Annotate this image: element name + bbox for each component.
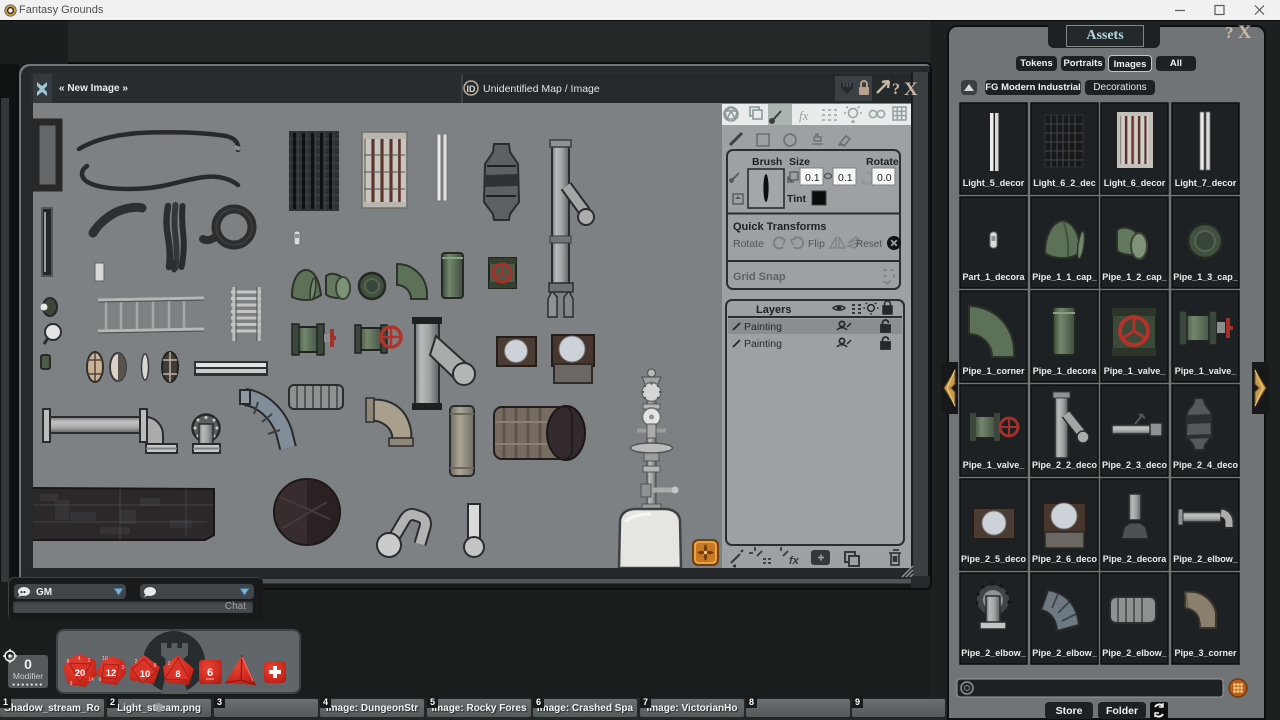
svg-text:Store: Store xyxy=(1056,705,1083,717)
svg-text:Light_6_decor: Light_6_decor xyxy=(1104,178,1166,188)
svg-text:0.1: 0.1 xyxy=(805,172,820,184)
svg-text:2: 2 xyxy=(135,659,138,665)
svg-text:Pipe_2_elbow_: Pipe_2_elbow_ xyxy=(961,648,1027,658)
svg-text:Quick Transforms: Quick Transforms xyxy=(733,221,827,233)
svg-text:?: ? xyxy=(892,81,900,98)
svg-text:Tint: Tint xyxy=(787,193,807,205)
svg-text:Pipe_1_2_cap_: Pipe_1_2_cap_ xyxy=(1102,272,1168,282)
svg-text:Light_6_2_dec: Light_6_2_dec xyxy=(1033,178,1096,188)
svg-text:Pipe_2_elbow_: Pipe_2_elbow_ xyxy=(1032,648,1098,658)
svg-text:10: 10 xyxy=(140,669,151,680)
svg-text:Pipe_3_corner: Pipe_3_corner xyxy=(1174,648,1237,658)
svg-text:9: 9 xyxy=(70,681,73,687)
svg-text:14: 14 xyxy=(88,677,94,683)
svg-text:0.1: 0.1 xyxy=(838,172,853,184)
svg-text:GM: GM xyxy=(36,587,52,598)
svg-text:20: 20 xyxy=(75,668,86,679)
svg-text:Pipe_2_2_deco: Pipe_2_2_deco xyxy=(1032,460,1098,470)
svg-text:Unidentified Map / Image: Unidentified Map / Image xyxy=(483,83,600,95)
svg-text:Pipe_2_elbow_: Pipe_2_elbow_ xyxy=(1173,554,1239,564)
svg-text:8: 8 xyxy=(154,663,157,669)
svg-text:X: X xyxy=(904,79,918,100)
svg-text:Rotate: Rotate xyxy=(733,238,764,250)
svg-text:Pipe_1_valve_: Pipe_1_valve_ xyxy=(1175,366,1238,376)
svg-text:Pipe_2_elbow_: Pipe_2_elbow_ xyxy=(1102,648,1168,658)
svg-text:Pipe_1_1_cap_: Pipe_1_1_cap_ xyxy=(1032,272,1098,282)
svg-text:Reset: Reset xyxy=(856,239,882,250)
svg-text:Brush: Brush xyxy=(752,156,782,168)
svg-text:Flip: Flip xyxy=(808,238,825,250)
svg-text:Rotate: Rotate xyxy=(866,156,899,168)
svg-text:3: 3 xyxy=(122,665,125,671)
svg-text:Pipe_1_decora: Pipe_1_decora xyxy=(1033,366,1098,376)
svg-text:Pipe_2_4_deco: Pipe_2_4_deco xyxy=(1173,460,1239,470)
svg-text:2: 2 xyxy=(168,661,171,667)
svg-text:Grid Snap: Grid Snap xyxy=(733,271,786,283)
svg-text:8: 8 xyxy=(175,669,180,680)
svg-text:Pipe_1_corner: Pipe_1_corner xyxy=(962,366,1025,376)
svg-text:8: 8 xyxy=(67,659,70,665)
svg-text:Light_7_decor: Light_7_decor xyxy=(1175,178,1237,188)
svg-text:12: 12 xyxy=(106,668,117,679)
svg-text:6: 6 xyxy=(99,677,102,683)
svg-text:Painting: Painting xyxy=(744,321,782,333)
svg-text:Pipe_1_valve_: Pipe_1_valve_ xyxy=(1104,366,1167,376)
svg-text:Light_5_decor: Light_5_decor xyxy=(963,178,1025,188)
svg-text:4: 4 xyxy=(78,656,81,662)
svg-text:Pipe_2_5_deco: Pipe_2_5_deco xyxy=(961,554,1027,564)
svg-text:Painting: Painting xyxy=(744,338,782,350)
svg-text:Part_1_decora: Part_1_decora xyxy=(962,272,1025,282)
svg-text:Pipe_2_6_deco: Pipe_2_6_deco xyxy=(1032,554,1098,564)
svg-text:0.0: 0.0 xyxy=(877,172,892,184)
svg-text:ID: ID xyxy=(467,84,477,94)
svg-text:Pipe_2_3_deco: Pipe_2_3_deco xyxy=(1102,460,1168,470)
svg-text:Folder: Folder xyxy=(1106,705,1138,717)
svg-text:fx: fx xyxy=(789,555,800,567)
svg-text:10: 10 xyxy=(102,656,108,662)
svg-text:●●: ●● xyxy=(20,590,26,596)
svg-text:fx: fx xyxy=(799,108,809,123)
svg-text:Pipe_2_decora: Pipe_2_decora xyxy=(1103,554,1168,564)
svg-text:6: 6 xyxy=(207,667,213,679)
svg-text:Layers: Layers xyxy=(756,304,791,316)
svg-text:Pipe_1_3_cap_: Pipe_1_3_cap_ xyxy=(1173,272,1239,282)
svg-text:Pipe_1_valve_: Pipe_1_valve_ xyxy=(963,460,1026,470)
svg-text:Size: Size xyxy=(789,156,810,168)
svg-text:2: 2 xyxy=(88,658,91,664)
